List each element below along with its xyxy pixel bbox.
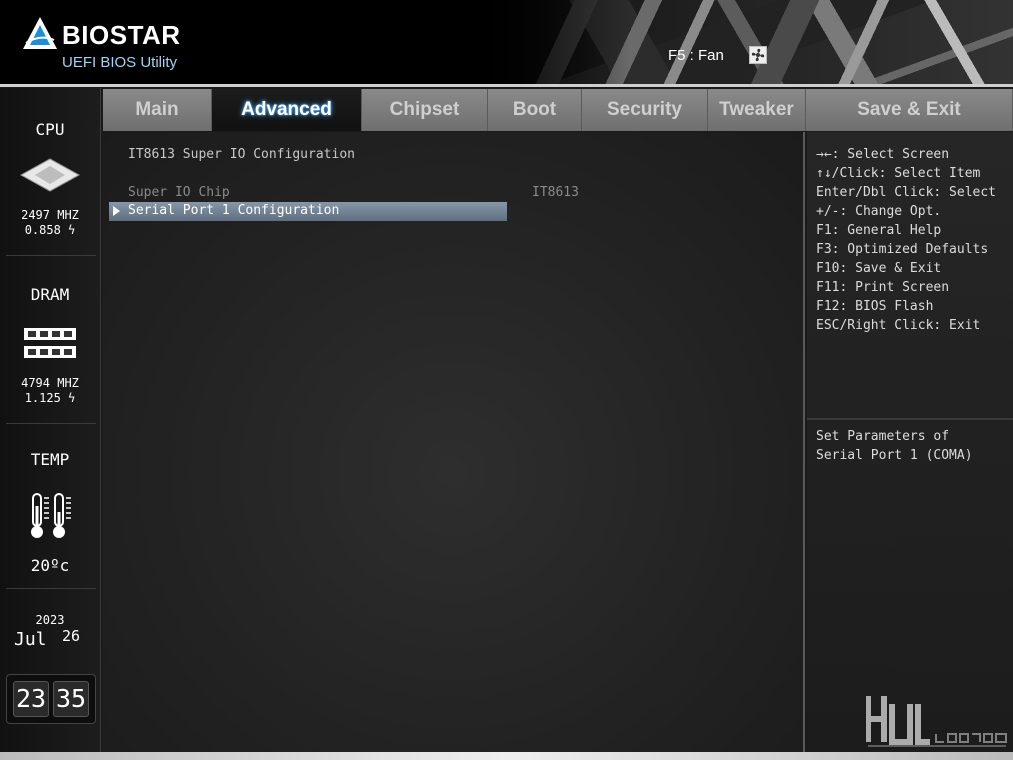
super-io-chip-value: IT8613 <box>532 185 579 200</box>
help-description-line: Set Parameters of <box>816 429 950 444</box>
hwl-legend-logo <box>866 696 1007 747</box>
brand-subtitle: UEFI BIOS Utility <box>62 54 178 71</box>
help-key-line: F3: Optimized Defaults <box>816 242 989 257</box>
cpu-title: CPU <box>35 120 65 139</box>
sidebar-divider <box>6 423 96 424</box>
tab-advanced[interactable]: Advanced <box>212 89 362 131</box>
help-panel: →←: Select Screen ↑↓/Click: Select Item … <box>807 132 1013 752</box>
help-key-line: +/-: Change Opt. <box>816 204 942 219</box>
tab-bar: Main Advanced Chipset Boot Security Twea… <box>103 89 1013 131</box>
dram-module-icon <box>24 328 76 358</box>
cpu-frequency: 2497 MHZ <box>21 208 79 222</box>
cpu-voltage: 0.858 ϟ <box>24 223 76 237</box>
cpu-chip-icon <box>20 158 80 192</box>
help-key-line: F10: Save & Exit <box>816 261 942 276</box>
dram-frequency: 4794 MHZ <box>21 376 79 390</box>
tab-tweaker[interactable]: Tweaker <box>708 89 806 131</box>
settings-panel: IT8613 Super IO Configuration Super IO C… <box>103 132 805 752</box>
temp-value: 20ºc <box>30 556 70 575</box>
submenu-arrow-icon <box>113 206 120 216</box>
help-key-line: Enter/Dbl Click: Select <box>816 185 997 200</box>
fan-icon[interactable] <box>749 46 767 64</box>
serial-port-1-configuration-label: Serial Port 1 Configuration <box>128 203 340 218</box>
tab-main[interactable]: Main <box>103 89 212 131</box>
help-key-line: ESC/Right Click: Exit <box>816 318 981 333</box>
help-divider <box>807 418 1013 420</box>
help-description-line: Serial Port 1 (COMA) <box>816 448 973 463</box>
temp-title: TEMP <box>30 450 70 469</box>
biostar-logo-icon <box>23 17 57 49</box>
tab-save-exit[interactable]: Save & Exit <box>806 89 1013 131</box>
help-key-line: F1: General Help <box>816 223 942 238</box>
brand-name: BIOSTAR <box>62 20 181 50</box>
help-key-line: →←: Select Screen <box>816 147 950 162</box>
header-divider <box>0 84 1013 87</box>
help-key-line: F12: BIOS Flash <box>816 299 934 314</box>
tab-boot[interactable]: Boot <box>488 89 582 131</box>
tab-chipset[interactable]: Chipset <box>362 89 488 131</box>
date-month: Jul <box>14 629 47 650</box>
system-clock: 23 35 <box>6 674 96 724</box>
page-title: IT8613 Super IO Configuration <box>128 147 355 162</box>
date-year: 2023 <box>35 613 65 627</box>
fan-hotkey-label: F5 : Fan <box>668 47 724 64</box>
dram-voltage: 1.125 ϟ <box>24 391 76 405</box>
dram-title: DRAM <box>30 285 70 304</box>
serial-port-1-configuration-item[interactable]: Serial Port 1 Configuration <box>109 202 507 221</box>
header: BIOSTAR UEFI BIOS Utility F5 : Fan <box>0 0 1013 84</box>
super-io-chip-label: Super IO Chip <box>128 185 230 200</box>
help-key-line: F11: Print Screen <box>816 280 950 295</box>
tab-security[interactable]: Security <box>582 89 708 131</box>
clock-minutes: 35 <box>53 681 89 717</box>
thermometer-icon <box>31 493 71 538</box>
header-artwork <box>470 0 1013 84</box>
clock-hours: 23 <box>13 681 49 717</box>
date-day: 26 <box>62 627 81 645</box>
sidebar-divider <box>6 588 96 589</box>
sidebar-divider <box>6 255 96 256</box>
help-key-line: ↑↓/Click: Select Item <box>816 166 981 181</box>
bottom-bar <box>0 752 1013 760</box>
